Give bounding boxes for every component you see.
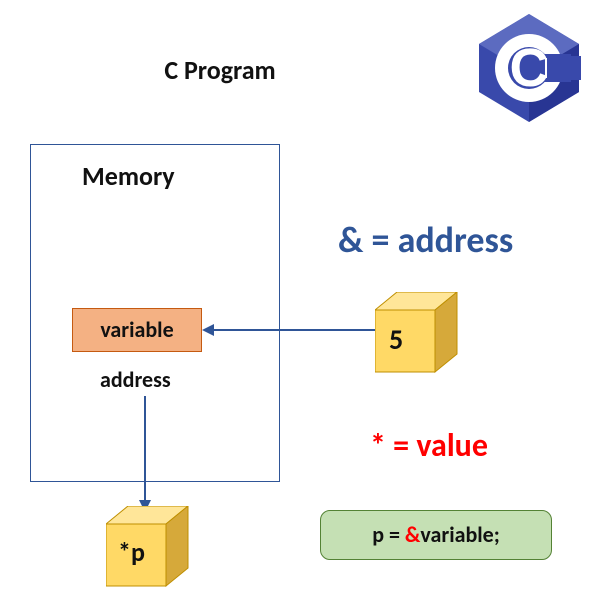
- value-cube-text: 5: [389, 322, 403, 357]
- arrow-value-to-variable-icon: [200, 320, 380, 340]
- pointer-cube-text: *p: [118, 536, 145, 568]
- memory-heading: Memory: [82, 160, 175, 192]
- code-suffix: variable;: [420, 521, 499, 548]
- page-title: C Program: [0, 54, 440, 86]
- ampersand-legend: & = address: [338, 218, 513, 262]
- asterisk-legend: * = value: [370, 426, 488, 465]
- value-cube: 5: [375, 292, 461, 378]
- pointer-cube: *p: [106, 506, 192, 592]
- arrow-address-to-pointer-icon: [130, 394, 160, 514]
- address-label: address: [100, 366, 171, 393]
- variable-box: variable: [72, 308, 202, 352]
- code-ampersand: &: [405, 521, 421, 548]
- c-language-logo-icon: C: [469, 8, 589, 128]
- code-snippet: p = &variable;: [320, 510, 552, 560]
- code-prefix: p =: [372, 521, 405, 548]
- svg-text:C: C: [510, 38, 549, 98]
